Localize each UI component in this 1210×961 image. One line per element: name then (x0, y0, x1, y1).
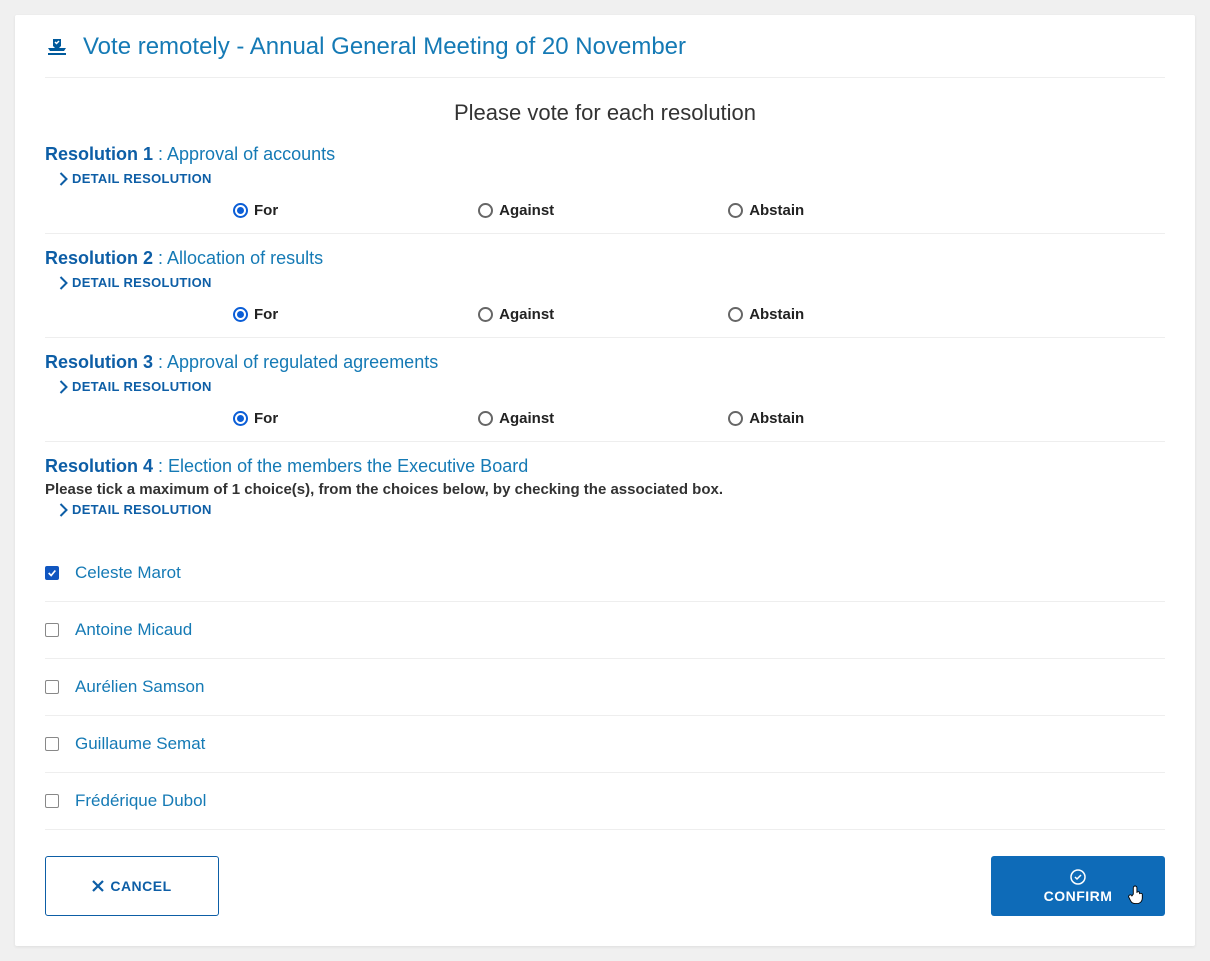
resolution-block: Resolution 2 : Allocation of results DET… (45, 248, 1165, 338)
card-header: Vote remotely - Annual General Meeting o… (45, 33, 1165, 78)
confirm-label: CONFIRM (1044, 888, 1113, 904)
resolution-title: Resolution 2 : Allocation of results (45, 248, 1165, 269)
chevron-right-icon (59, 172, 68, 186)
resolution-block: Resolution 3 : Approval of regulated agr… (45, 352, 1165, 442)
radio-label-abstain: Abstain (749, 202, 804, 219)
candidate-name: Frédérique Dubol (75, 791, 206, 811)
footer-actions: CANCEL CONFIRM (45, 856, 1165, 916)
radio-label-abstain: Abstain (749, 306, 804, 323)
chevron-right-icon (59, 276, 68, 290)
candidate-name: Aurélien Samson (75, 677, 204, 697)
candidate-row: Guillaume Semat (45, 716, 1165, 773)
radio-abstain[interactable] (728, 411, 743, 426)
radio-label-for: For (254, 202, 278, 219)
cancel-button[interactable]: CANCEL (45, 856, 219, 916)
detail-label: DETAIL RESOLUTION (72, 171, 212, 186)
ballot-icon (45, 35, 69, 59)
candidate-row: Aurélien Samson (45, 659, 1165, 716)
radio-label-against: Against (499, 202, 554, 219)
candidate-row: Antoine Micaud (45, 602, 1165, 659)
page-title: Vote remotely - Annual General Meeting o… (83, 33, 686, 61)
detail-label: DETAIL RESOLUTION (72, 502, 212, 517)
resolution-number: Resolution 2 (45, 248, 153, 268)
candidate-checkbox[interactable] (45, 566, 59, 580)
resolution-note: Please tick a maximum of 1 choice(s), fr… (45, 481, 1165, 498)
resolution-title: Resolution 1 : Approval of accounts (45, 144, 1165, 165)
radio-row: For Against Abstain (45, 300, 1165, 323)
radio-against[interactable] (478, 411, 493, 426)
resolution-desc: : Approval of accounts (158, 144, 335, 164)
resolution-desc: : Allocation of results (158, 248, 323, 268)
check-icon (47, 568, 57, 578)
candidate-name: Antoine Micaud (75, 620, 192, 640)
voting-card: Vote remotely - Annual General Meeting o… (15, 15, 1195, 946)
detail-label: DETAIL RESOLUTION (72, 275, 212, 290)
radio-label-for: For (254, 410, 278, 427)
check-circle-icon (1070, 869, 1086, 885)
detail-label: DETAIL RESOLUTION (72, 379, 212, 394)
candidate-name: Guillaume Semat (75, 734, 205, 754)
confirm-button[interactable]: CONFIRM (991, 856, 1165, 916)
radio-label-abstain: Abstain (749, 410, 804, 427)
candidate-checkbox[interactable] (45, 737, 59, 751)
radio-abstain[interactable] (728, 203, 743, 218)
candidate-name: Celeste Marot (75, 563, 181, 583)
resolution-title: Resolution 3 : Approval of regulated agr… (45, 352, 1165, 373)
radio-row: For Against Abstain (45, 404, 1165, 427)
candidate-checkbox[interactable] (45, 623, 59, 637)
detail-resolution-link[interactable]: DETAIL RESOLUTION (59, 275, 212, 290)
candidate-row: Celeste Marot (45, 545, 1165, 602)
chevron-right-icon (59, 503, 68, 517)
resolution-number: Resolution 3 (45, 352, 153, 372)
candidate-checkbox[interactable] (45, 794, 59, 808)
close-icon (92, 880, 104, 892)
instruction-text: Please vote for each resolution (45, 78, 1165, 144)
radio-label-for: For (254, 306, 278, 323)
resolution-number: Resolution 1 (45, 144, 153, 164)
cancel-label: CANCEL (110, 878, 171, 894)
resolution-desc: : Approval of regulated agreements (158, 352, 438, 372)
radio-for[interactable] (233, 411, 248, 426)
radio-label-against: Against (499, 306, 554, 323)
detail-resolution-link[interactable]: DETAIL RESOLUTION (59, 171, 212, 186)
radio-against[interactable] (478, 203, 493, 218)
radio-label-against: Against (499, 410, 554, 427)
resolution-title: Resolution 4 : Election of the members t… (45, 456, 1165, 477)
radio-against[interactable] (478, 307, 493, 322)
radio-for[interactable] (233, 203, 248, 218)
detail-resolution-link[interactable]: DETAIL RESOLUTION (59, 379, 212, 394)
chevron-right-icon (59, 380, 68, 394)
detail-resolution-link[interactable]: DETAIL RESOLUTION (59, 502, 212, 517)
cursor-hand-icon (1127, 884, 1145, 906)
resolution-number: Resolution 4 (45, 456, 153, 476)
radio-for[interactable] (233, 307, 248, 322)
radio-abstain[interactable] (728, 307, 743, 322)
radio-row: For Against Abstain (45, 196, 1165, 219)
resolution-block: Resolution 1 : Approval of accounts DETA… (45, 144, 1165, 234)
candidate-row: Frédérique Dubol (45, 773, 1165, 830)
resolution-desc: : Election of the members the Executive … (158, 456, 528, 476)
resolution-block-election: Resolution 4 : Election of the members t… (45, 456, 1165, 830)
candidate-checkbox[interactable] (45, 680, 59, 694)
